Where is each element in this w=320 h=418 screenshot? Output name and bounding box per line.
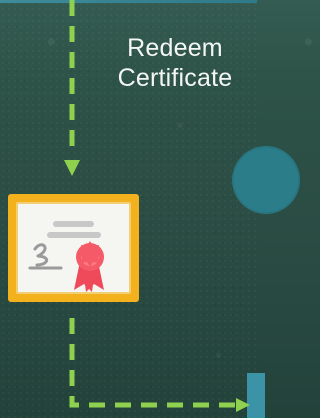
certificate-icon [8,194,139,302]
bottom-connector-group [69,318,250,412]
bottom-connector-line [69,318,238,408]
arrow-icon [236,398,250,412]
arrow-icon [64,160,80,176]
flow-diagram [8,0,250,412]
top-connector-group [64,0,80,176]
